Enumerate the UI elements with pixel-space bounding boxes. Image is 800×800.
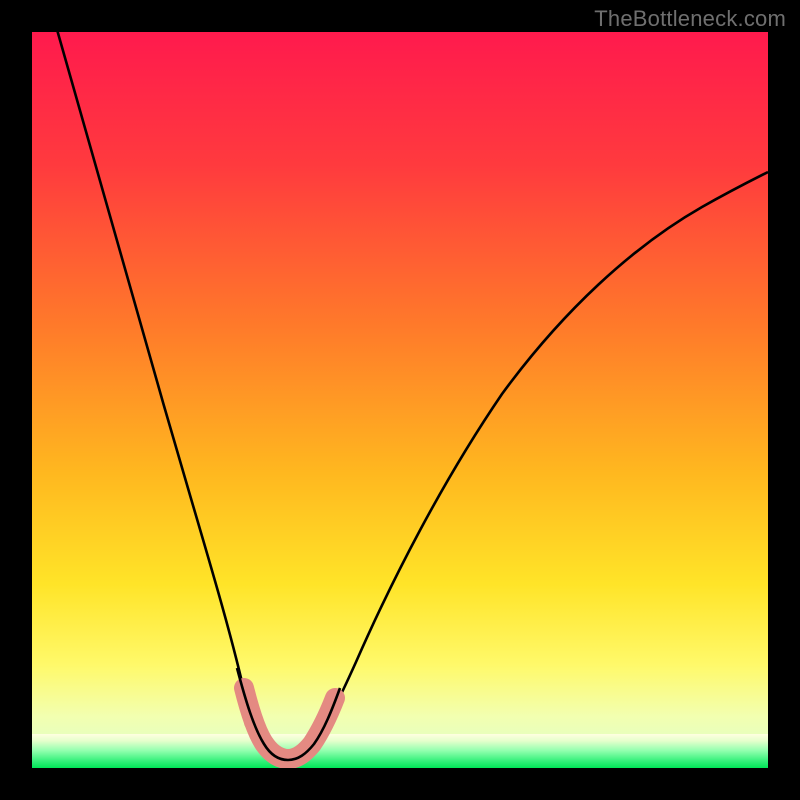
green-safe-band [32, 734, 768, 768]
plot-svg [32, 32, 768, 768]
plot-area [32, 32, 768, 768]
chart-frame: TheBottleneck.com [0, 0, 800, 800]
watermark-text: TheBottleneck.com [594, 6, 786, 32]
gradient-background [32, 32, 768, 768]
